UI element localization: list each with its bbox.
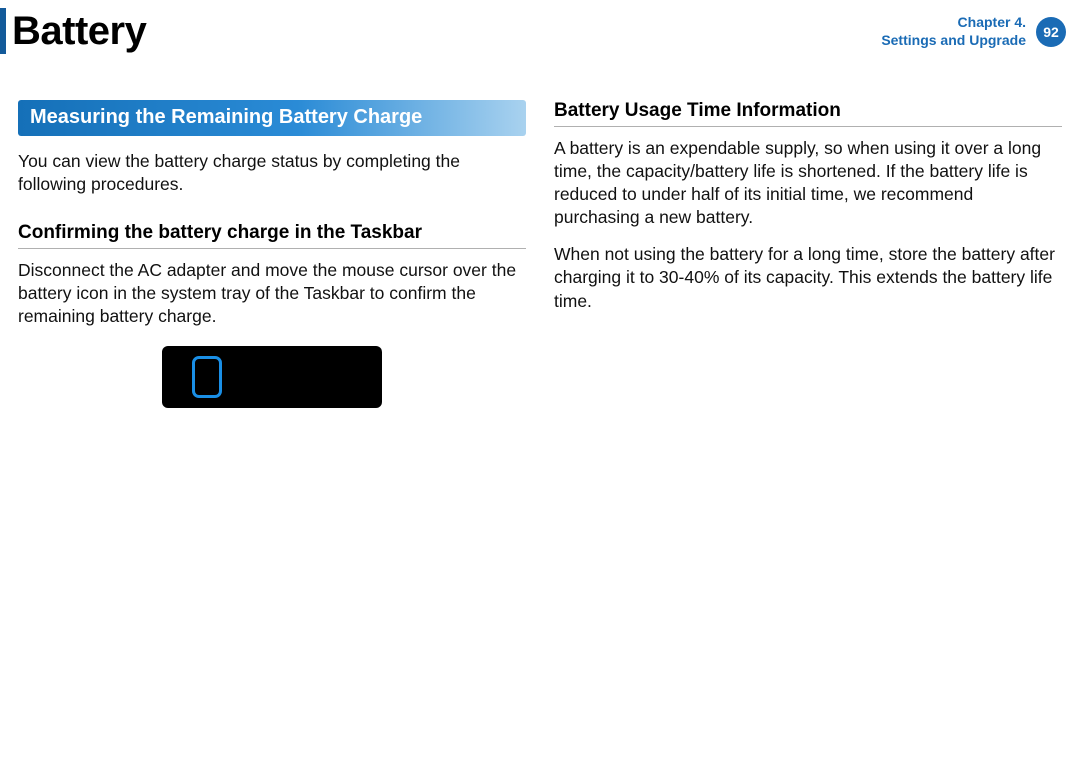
page-title: Battery: [12, 8, 146, 52]
page-number-badge: 92: [1036, 17, 1066, 47]
page-root: Battery Chapter 4. Settings and Upgrade …: [0, 0, 1080, 766]
right-column: Battery Usage Time Information A battery…: [554, 100, 1062, 408]
title-wrap: Battery: [0, 8, 146, 54]
section-heading-measuring: Measuring the Remaining Battery Charge: [18, 100, 526, 136]
body-columns: Measuring the Remaining Battery Charge Y…: [0, 54, 1080, 408]
taskbar-illustration: [162, 346, 382, 408]
subheading-usage-time: Battery Usage Time Information: [554, 100, 1062, 127]
taskbar-illustration-wrap: [18, 346, 526, 408]
chapter-line1: Chapter 4.: [881, 14, 1026, 32]
left-column: Measuring the Remaining Battery Charge Y…: [18, 100, 526, 408]
usage-paragraph-2: When not using the battery for a long ti…: [554, 243, 1062, 312]
page-header: Battery Chapter 4. Settings and Upgrade …: [0, 0, 1080, 54]
title-accent-bar: [0, 8, 6, 54]
usage-paragraph-1: A battery is an expendable supply, so wh…: [554, 137, 1062, 229]
taskbar-paragraph: Disconnect the AC adapter and move the m…: [18, 259, 526, 328]
chapter-line2: Settings and Upgrade: [881, 32, 1026, 50]
header-meta: Chapter 4. Settings and Upgrade 92: [881, 8, 1066, 49]
chapter-label: Chapter 4. Settings and Upgrade: [881, 14, 1026, 49]
battery-icon-highlight: [192, 356, 222, 398]
subheading-taskbar: Confirming the battery charge in the Tas…: [18, 222, 526, 249]
intro-paragraph: You can view the battery charge status b…: [18, 150, 526, 196]
